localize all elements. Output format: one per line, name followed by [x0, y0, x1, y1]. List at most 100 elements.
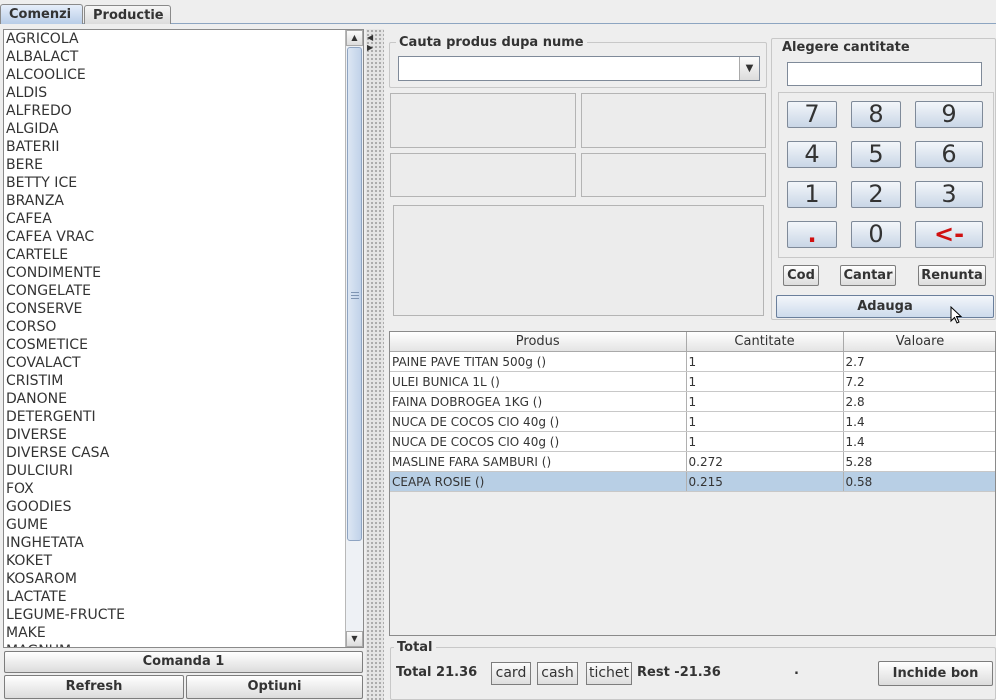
tab-bar: Comenzi Productie: [0, 0, 996, 24]
cell-valoare: 2.7: [843, 351, 995, 372]
column-header-valoare[interactable]: Valoare: [843, 332, 995, 352]
tichet-button[interactable]: tichet: [586, 662, 632, 685]
category-item[interactable]: DIVERSE: [4, 426, 344, 444]
comanda-button[interactable]: Comanda 1: [4, 651, 363, 673]
cell-produs: NUCA DE COCOS CIO 40g (): [390, 411, 687, 432]
key-2[interactable]: 2: [851, 181, 901, 208]
card-button[interactable]: card: [491, 662, 531, 685]
key-8[interactable]: 8: [851, 101, 901, 128]
key-3[interactable]: 3: [915, 181, 983, 208]
quantity-label: Alegere cantitate: [779, 40, 913, 55]
key-7[interactable]: 7: [787, 101, 837, 128]
category-item[interactable]: CRISTIM: [4, 372, 344, 390]
search-label: Cauta produs dupa nume: [396, 35, 587, 50]
order-table[interactable]: Produs Cantitate Valoare PAINE PAVE TITA…: [389, 331, 996, 636]
category-item[interactable]: ALDIS: [4, 84, 344, 102]
category-item[interactable]: CONDIMENTE: [4, 264, 344, 282]
key-9[interactable]: 9: [915, 101, 983, 128]
quantity-input[interactable]: [787, 62, 982, 86]
column-header-cantitate[interactable]: Cantitate: [686, 332, 844, 352]
cell-cantitate: 1: [686, 371, 844, 392]
key-0[interactable]: 0: [851, 221, 901, 248]
renunta-button[interactable]: Renunta: [918, 265, 986, 286]
category-item[interactable]: CONGELATE: [4, 282, 344, 300]
split-divider[interactable]: ◀ ▶: [366, 29, 384, 700]
scroll-up-icon[interactable]: ▲: [346, 30, 363, 46]
category-item[interactable]: GUME: [4, 516, 344, 534]
category-item[interactable]: COSMETICE: [4, 336, 344, 354]
table-row[interactable]: CEAPA ROSIE () 0.215 0.58: [390, 471, 995, 492]
category-item[interactable]: ALGIDA: [4, 120, 344, 138]
refresh-button[interactable]: Refresh: [4, 675, 184, 699]
category-item[interactable]: FOX: [4, 480, 344, 498]
category-item[interactable]: LACTATE: [4, 588, 344, 606]
category-list[interactable]: AGRICOLA ALBALACT ALCOOLICE ALDIS ALFREDO ALG…: [3, 29, 364, 648]
category-item[interactable]: BRANZA: [4, 192, 344, 210]
category-item[interactable]: KOSAROM: [4, 570, 344, 588]
tab-comenzi[interactable]: Comenzi: [0, 4, 83, 24]
search-combobox[interactable]: ▼: [398, 56, 760, 81]
category-item[interactable]: GOODIES: [4, 498, 344, 516]
tab-productie[interactable]: Productie: [84, 5, 171, 24]
category-item[interactable]: COVALACT: [4, 354, 344, 372]
cell-produs: PAINE PAVE TITAN 500g (): [390, 351, 687, 372]
cash-button[interactable]: cash: [537, 662, 578, 685]
table-row[interactable]: NUCA DE COCOS CIO 40g () 1 1.4: [390, 411, 995, 432]
category-item[interactable]: MAGNUM: [4, 642, 344, 647]
decimal-key[interactable]: .: [787, 221, 837, 248]
cell-produs: MASLINE FARA SAMBURI (): [390, 451, 687, 472]
category-item[interactable]: LEGUME-FRUCTE: [4, 606, 344, 624]
collapse-left-icon[interactable]: ◀: [367, 33, 373, 42]
key-6[interactable]: 6: [915, 141, 983, 168]
category-item[interactable]: CAFEA VRAC: [4, 228, 344, 246]
category-item[interactable]: AGRICOLA: [4, 30, 344, 48]
table-row[interactable]: NUCA DE COCOS CIO 40g () 1 1.4: [390, 431, 995, 452]
cod-button[interactable]: Cod: [783, 265, 819, 286]
column-header-produs[interactable]: Produs: [390, 332, 687, 352]
mouse-cursor-icon: [950, 305, 964, 326]
category-item[interactable]: ALCOOLICE: [4, 66, 344, 84]
category-item[interactable]: CONSERVE: [4, 300, 344, 318]
category-item[interactable]: KOKET: [4, 552, 344, 570]
total-amount: Total 21.36: [396, 665, 478, 680]
category-item[interactable]: BETTY ICE: [4, 174, 344, 192]
cell-produs: NUCA DE COCOS CIO 40g (): [390, 431, 687, 452]
category-item[interactable]: DETERGENTI: [4, 408, 344, 426]
category-item[interactable]: ALFREDO: [4, 102, 344, 120]
table-row[interactable]: FAINA DOBROGEA 1KG () 1 2.8: [390, 391, 995, 412]
product-panel-2[interactable]: [581, 93, 766, 148]
table-row[interactable]: ULEI BUNICA 1L () 1 7.2: [390, 371, 995, 392]
product-panel-1[interactable]: [390, 93, 576, 148]
table-row[interactable]: PAINE PAVE TITAN 500g () 1 2.7: [390, 351, 995, 372]
key-4[interactable]: 4: [787, 141, 837, 168]
status-dot: .: [794, 663, 799, 678]
category-item[interactable]: MAKE: [4, 624, 344, 642]
optiuni-button[interactable]: Optiuni: [186, 675, 363, 699]
category-item[interactable]: CARTELE: [4, 246, 344, 264]
category-item[interactable]: CAFEA: [4, 210, 344, 228]
product-panel-4[interactable]: [581, 153, 766, 197]
category-item[interactable]: BATERII: [4, 138, 344, 156]
category-item[interactable]: BERE: [4, 156, 344, 174]
category-item[interactable]: DULCIURI: [4, 462, 344, 480]
cantar-button[interactable]: Cantar: [840, 265, 896, 286]
category-scrollbar[interactable]: ▲ ▼: [345, 30, 363, 647]
cell-valoare: 2.8: [843, 391, 995, 412]
scroll-down-icon[interactable]: ▼: [346, 631, 363, 647]
category-item[interactable]: DIVERSE CASA: [4, 444, 344, 462]
key-5[interactable]: 5: [851, 141, 901, 168]
table-row[interactable]: MASLINE FARA SAMBURI () 0.272 5.28: [390, 451, 995, 472]
backspace-key[interactable]: <-: [915, 221, 983, 248]
cell-produs: ULEI BUNICA 1L (): [390, 371, 687, 392]
chevron-down-icon[interactable]: ▼: [739, 57, 759, 80]
inchide-bon-button[interactable]: Inchide bon: [878, 661, 993, 686]
category-item[interactable]: INGHETATA: [4, 534, 344, 552]
product-panel-3[interactable]: [390, 153, 576, 197]
key-1[interactable]: 1: [787, 181, 837, 208]
category-item[interactable]: DANONE: [4, 390, 344, 408]
cell-cantitate: 1: [686, 351, 844, 372]
scroll-thumb[interactable]: [347, 47, 362, 541]
category-item[interactable]: CORSO: [4, 318, 344, 336]
category-item[interactable]: ALBALACT: [4, 48, 344, 66]
collapse-right-icon[interactable]: ▶: [367, 43, 373, 52]
